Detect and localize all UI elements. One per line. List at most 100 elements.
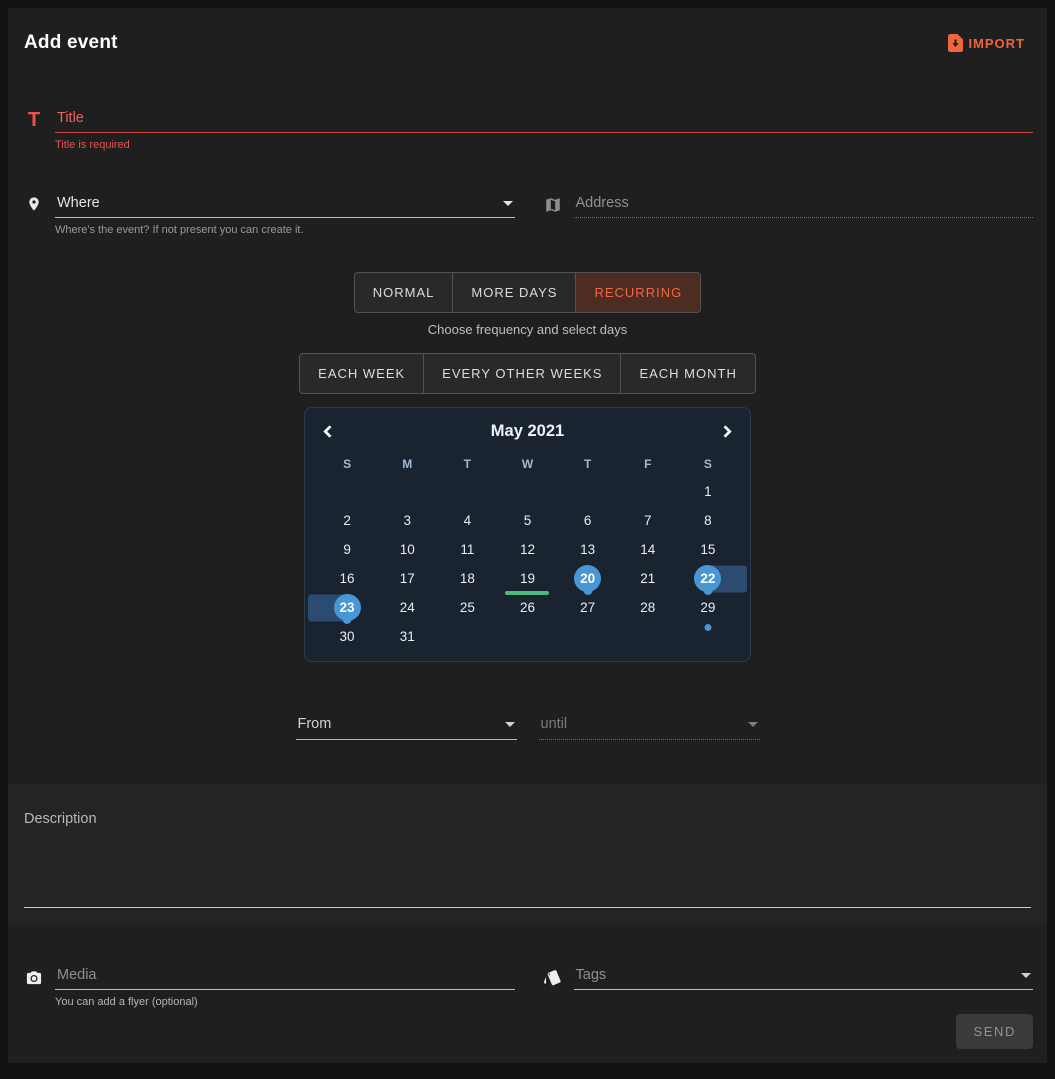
title-input[interactable]: Title <box>55 106 1033 133</box>
day-number: 30 <box>340 629 355 644</box>
weekday-header: S <box>317 451 377 477</box>
day-number: 17 <box>400 571 415 586</box>
calendar-day[interactable]: 26 <box>497 593 557 622</box>
from-time-select[interactable]: From <box>296 712 517 740</box>
day-number: 27 <box>580 600 595 615</box>
day-number: 21 <box>640 571 655 586</box>
day-number: 24 <box>400 600 415 615</box>
day-number: 31 <box>400 629 415 644</box>
calendar-day[interactable]: 27 <box>558 593 618 622</box>
calendar-empty-cell <box>437 622 497 651</box>
weekday-header: S <box>678 451 738 477</box>
tags-select[interactable]: Tags <box>574 963 1034 990</box>
description-placeholder: Description <box>24 811 1031 827</box>
calendar-day[interactable]: 22 <box>678 564 738 593</box>
calendar-day[interactable]: 21 <box>618 564 678 593</box>
calendar-day[interactable]: 17 <box>377 564 437 593</box>
calendar-next-icon[interactable] <box>719 425 732 438</box>
calendar-day[interactable]: 6 <box>558 506 618 535</box>
description-section: Description <box>8 784 1047 927</box>
calendar-empty-cell <box>618 622 678 651</box>
calendar-empty-cell <box>377 477 437 506</box>
tags-icon <box>541 968 565 990</box>
calendar-day[interactable]: 30 <box>317 622 377 651</box>
calendar-day[interactable]: 10 <box>377 535 437 564</box>
calendar-day[interactable]: 1 <box>678 477 738 506</box>
until-placeholder: until <box>541 716 568 732</box>
calendar-day[interactable]: 20 <box>558 564 618 593</box>
where-select[interactable]: Where <box>55 191 515 218</box>
calendar-day[interactable]: 13 <box>558 535 618 564</box>
calendar-day[interactable]: 9 <box>317 535 377 564</box>
media-input[interactable]: Media <box>55 963 515 990</box>
calendar-day[interactable]: 8 <box>678 506 738 535</box>
freq-each-week[interactable]: EACH WEEK <box>299 353 424 394</box>
page-title: Add event <box>24 32 118 54</box>
day-number: 26 <box>520 600 535 615</box>
calendar-day[interactable]: 7 <box>618 506 678 535</box>
tab-recurring[interactable]: RECURRING <box>576 272 701 313</box>
calendar-empty-cell <box>678 622 738 651</box>
calendar-empty-cell <box>317 477 377 506</box>
event-mode-tabs: NORMAL MORE DAYS RECURRING <box>22 272 1033 313</box>
chevron-down-icon <box>503 201 513 206</box>
day-number: 11 <box>460 542 474 557</box>
tags-placeholder: Tags <box>576 967 607 983</box>
calendar-day[interactable]: 19 <box>497 564 557 593</box>
calendar-day[interactable]: 14 <box>618 535 678 564</box>
tags-field-block: Tags <box>541 963 1034 1008</box>
day-number: 19 <box>520 571 535 586</box>
calendar-day[interactable]: 31 <box>377 622 437 651</box>
calendar-grid: SMTWTFS123456789101112131415161718192021… <box>315 451 740 651</box>
dialog-header: Add event IMPORT <box>8 8 1047 54</box>
chevron-down-icon <box>505 722 515 727</box>
media-field-block: Media You can add a flyer (optional) <box>22 963 515 1008</box>
title-text-icon: T <box>22 110 46 133</box>
frequency-caption: Choose frequency and select days <box>22 322 1033 337</box>
description-textarea[interactable] <box>24 907 1031 908</box>
calendar-empty-cell <box>558 477 618 506</box>
calendar-day[interactable]: 15 <box>678 535 738 564</box>
day-number: 4 <box>464 513 472 528</box>
day-number: 10 <box>400 542 415 557</box>
chevron-down-icon <box>1021 973 1031 978</box>
calendar-day[interactable]: 3 <box>377 506 437 535</box>
import-label: IMPORT <box>968 36 1025 51</box>
calendar-day[interactable]: 24 <box>377 593 437 622</box>
day-number: 18 <box>460 571 475 586</box>
bottom-section: Media You can add a flyer (optional) Tag… <box>8 927 1047 1063</box>
address-field-block: Address <box>541 191 1034 236</box>
media-helper-text: You can add a flyer (optional) <box>55 996 515 1008</box>
title-error-text: Title is required <box>55 139 1033 151</box>
weekday-header: F <box>618 451 678 477</box>
until-time-select[interactable]: until <box>539 712 760 740</box>
calendar-day[interactable]: 25 <box>437 593 497 622</box>
calendar-empty-cell <box>497 622 557 651</box>
map-icon <box>541 195 565 218</box>
day-number: 3 <box>403 513 411 528</box>
tab-more-days[interactable]: MORE DAYS <box>453 272 576 313</box>
weekday-header: T <box>437 451 497 477</box>
calendar-day[interactable]: 16 <box>317 564 377 593</box>
calendar-empty-cell <box>497 477 557 506</box>
calendar-day[interactable]: 2 <box>317 506 377 535</box>
calendar-day[interactable]: 18 <box>437 564 497 593</box>
freq-every-other-weeks[interactable]: EVERY OTHER WEEKS <box>424 353 621 394</box>
send-button[interactable]: SEND <box>956 1014 1033 1049</box>
tab-normal[interactable]: NORMAL <box>354 272 454 313</box>
calendar-day[interactable]: 12 <box>497 535 557 564</box>
freq-each-month[interactable]: EACH MONTH <box>621 353 755 394</box>
calendar-day[interactable]: 23 <box>317 593 377 622</box>
address-input[interactable]: Address <box>574 191 1034 218</box>
calendar-day[interactable]: 5 <box>497 506 557 535</box>
calendar-day[interactable]: 29 <box>678 593 738 622</box>
day-number: 23 <box>334 594 361 621</box>
calendar-day[interactable]: 4 <box>437 506 497 535</box>
import-button[interactable]: IMPORT <box>948 34 1025 52</box>
day-number: 28 <box>640 600 655 615</box>
day-number: 7 <box>644 513 652 528</box>
camera-icon <box>22 970 46 990</box>
calendar-day[interactable]: 28 <box>618 593 678 622</box>
calendar-day[interactable]: 11 <box>437 535 497 564</box>
weekday-header: W <box>497 451 557 477</box>
